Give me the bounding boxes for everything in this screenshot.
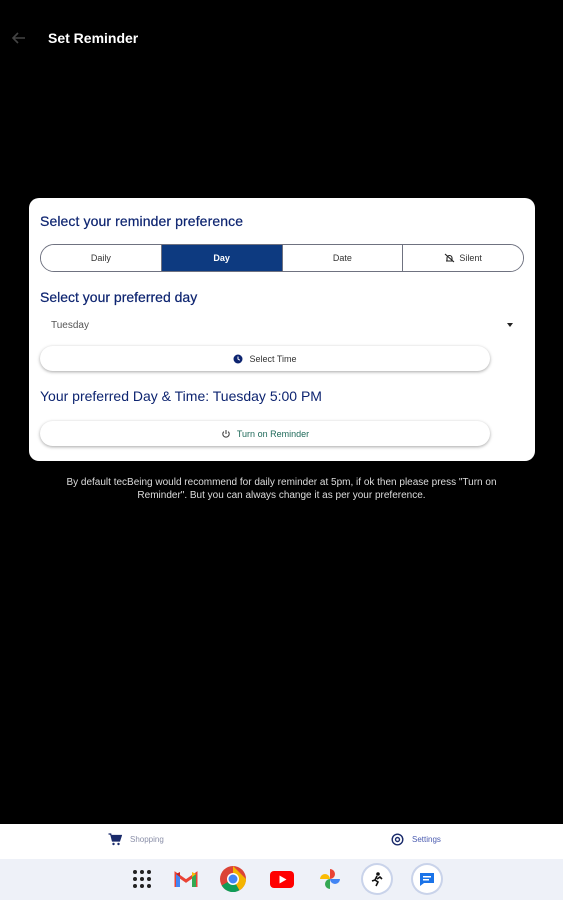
segment-daily-label: Daily — [90, 253, 111, 263]
reminder-type-segmented-control: Daily Day Date Silent — [40, 244, 524, 272]
select-time-button[interactable]: Select Time — [40, 346, 490, 371]
cart-icon — [108, 833, 122, 846]
nav-settings[interactable]: Settings — [391, 833, 441, 846]
bottom-navigation: Shopping Settings — [0, 824, 563, 859]
messages-icon[interactable] — [413, 865, 441, 893]
gmail-icon[interactable] — [172, 865, 200, 893]
settings-icon — [391, 833, 404, 846]
top-app-bar: Set Reminder — [0, 0, 563, 76]
nav-shopping[interactable]: Shopping — [108, 833, 164, 846]
clock-icon — [233, 354, 243, 363]
preferred-day-time-text: Your preferred Day & Time: Tuesday 5:00 … — [40, 388, 322, 404]
turn-on-reminder-label: Turn on Reminder — [236, 428, 310, 439]
youtube-icon[interactable] — [268, 865, 296, 893]
segment-date[interactable]: Date — [282, 245, 404, 271]
select-time-label: Select Time — [249, 353, 297, 364]
power-icon — [222, 429, 230, 438]
bell-off-icon — [444, 253, 455, 263]
segment-day[interactable]: Day — [161, 245, 283, 271]
reminder-card: Select your reminder preference Daily Da… — [29, 198, 535, 461]
segment-date-label: Date — [332, 253, 352, 263]
segment-daily[interactable]: Daily — [41, 245, 162, 271]
caret-down-icon — [507, 323, 513, 327]
nav-settings-label: Settings — [412, 835, 441, 844]
segment-silent[interactable]: Silent — [403, 245, 523, 271]
turn-on-reminder-button[interactable]: Turn on Reminder — [40, 421, 490, 446]
segment-day-label: Day — [213, 253, 230, 263]
day-dropdown-value: Tuesday — [51, 319, 89, 331]
reminder-preference-heading: Select your reminder preference — [40, 213, 244, 229]
system-dock — [0, 859, 563, 900]
page-title: Set Reminder — [48, 30, 139, 46]
arrow-left-icon — [12, 32, 25, 44]
segment-silent-label: Silent — [459, 253, 482, 263]
preferred-day-heading: Select your preferred day — [40, 289, 198, 305]
tecbeing-icon[interactable] — [363, 865, 391, 893]
day-dropdown[interactable]: Tuesday — [40, 315, 515, 335]
back-button[interactable] — [8, 28, 30, 48]
photos-icon[interactable] — [316, 865, 344, 893]
chrome-icon[interactable] — [219, 865, 247, 893]
nav-shopping-label: Shopping — [130, 835, 164, 844]
default-reminder-note: By default tecBeing would recommend for … — [66, 477, 497, 501]
apps-grid-icon[interactable] — [128, 865, 156, 893]
